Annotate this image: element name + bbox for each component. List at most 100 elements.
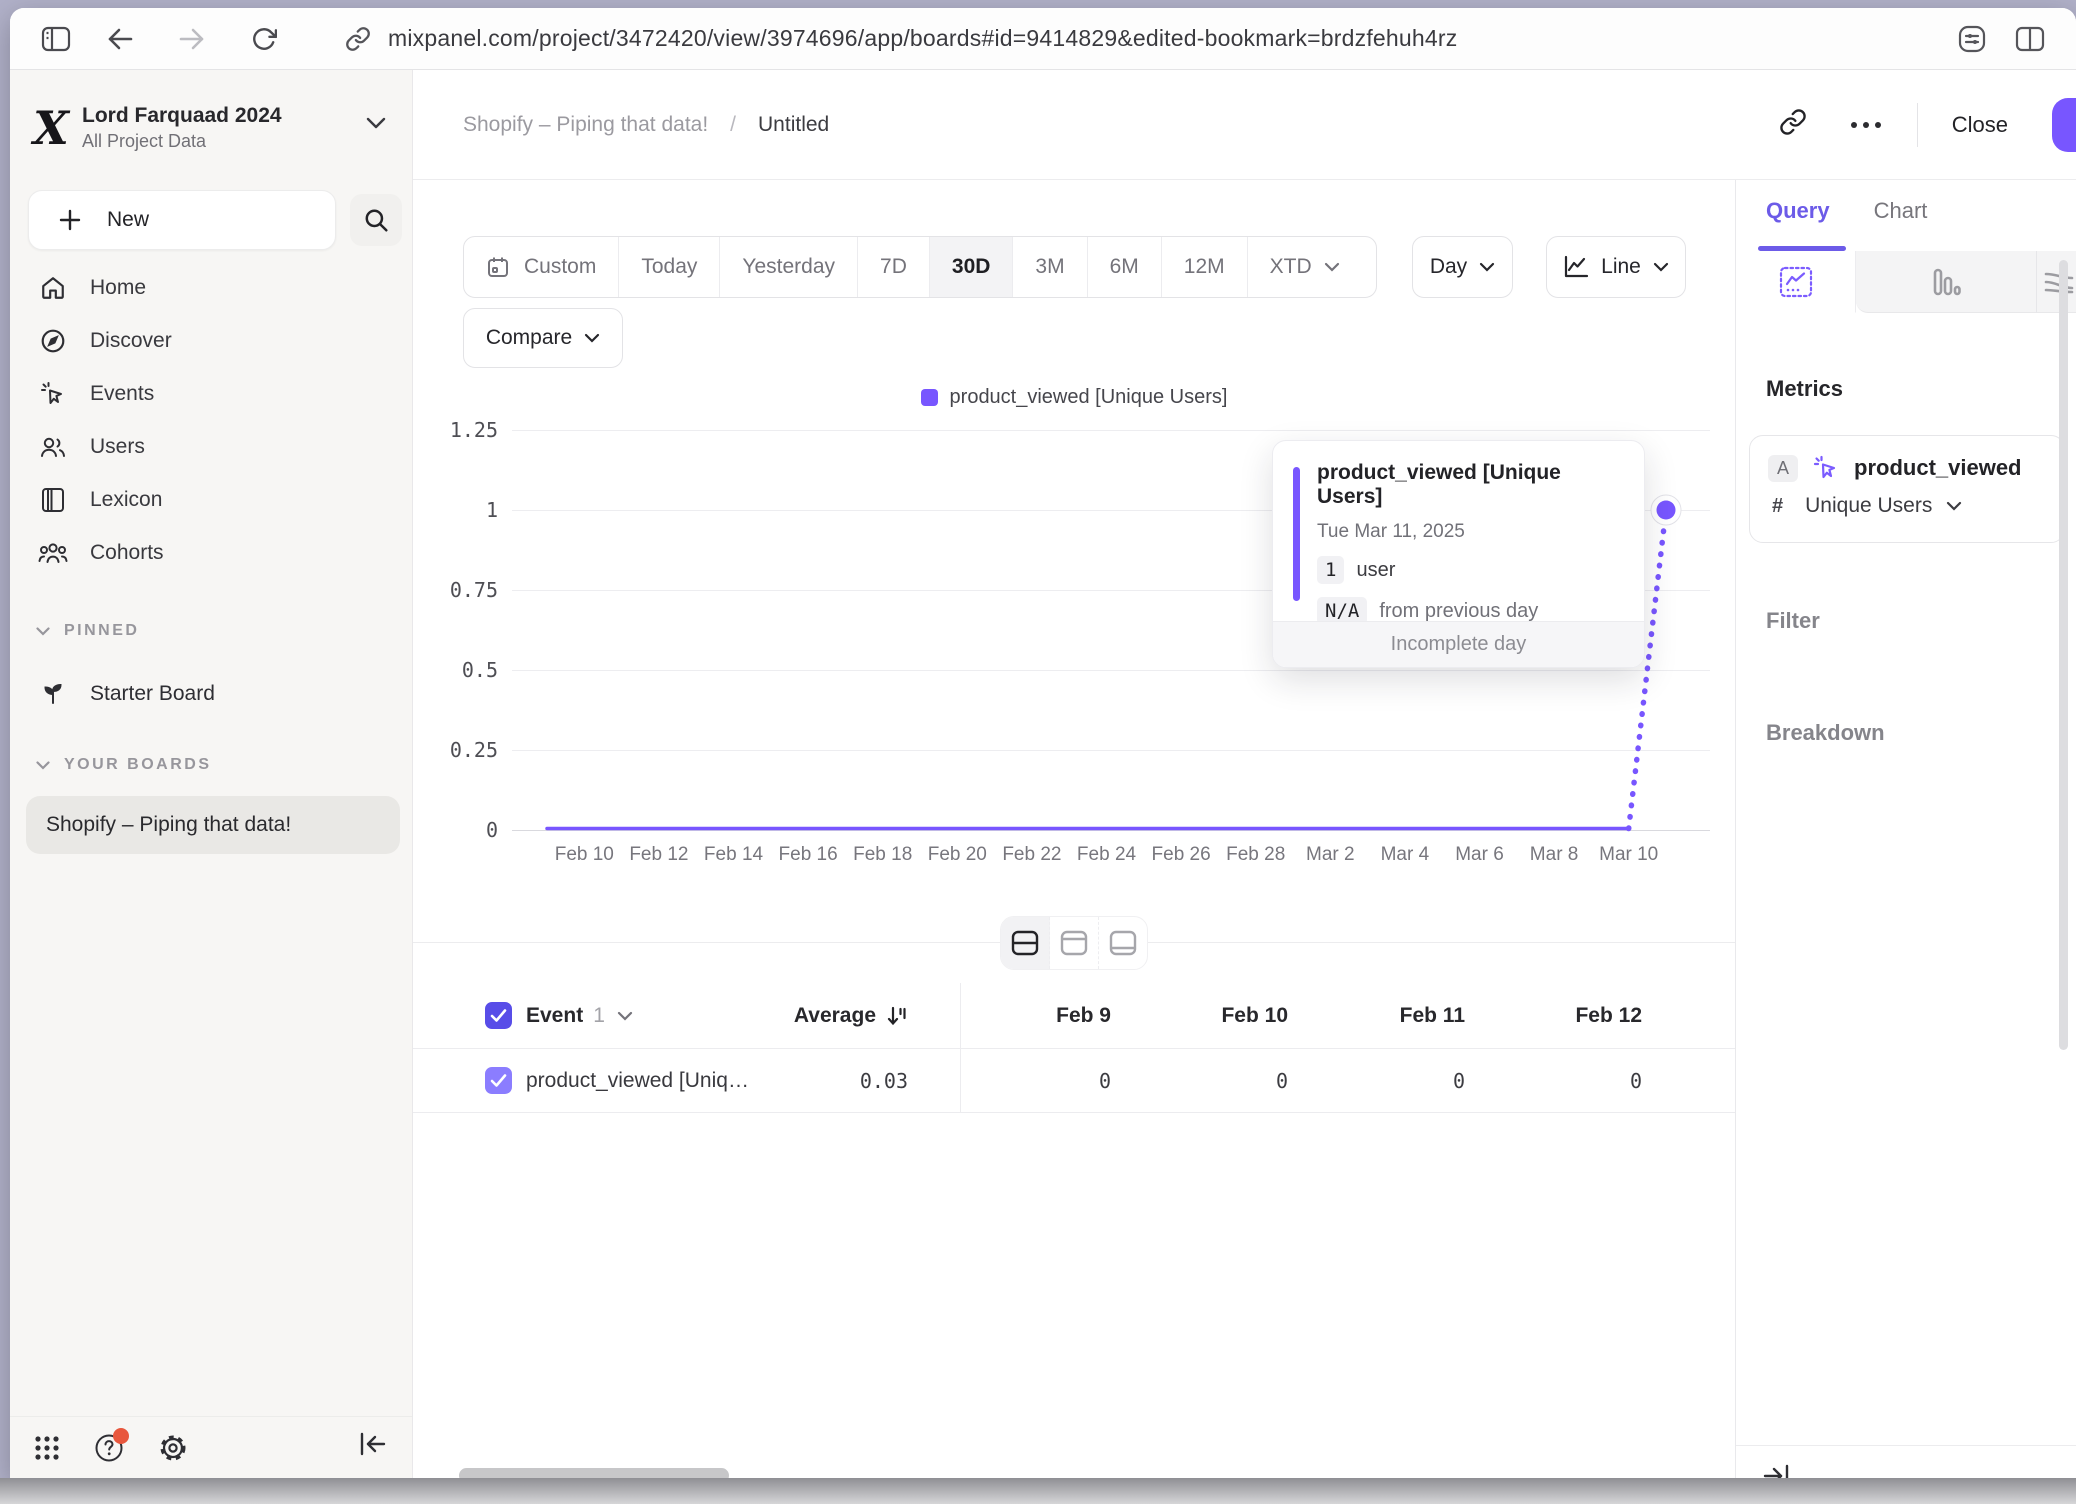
range-3m[interactable]: 3M — [1013, 237, 1087, 297]
sidebar-item-label: Home — [90, 276, 146, 300]
sidebar-footer — [10, 1416, 412, 1478]
sidebar-item-lexicon[interactable]: Lexicon — [24, 474, 399, 526]
page-link-icon[interactable] — [338, 19, 378, 59]
tooltip-footer: Incomplete day — [1273, 621, 1644, 667]
breadcrumb-board[interactable]: Shopify – Piping that data! — [463, 113, 708, 137]
board-label: Shopify – Piping that data! — [46, 813, 291, 837]
tab-query[interactable]: Query — [1766, 198, 1830, 224]
copy-link-icon[interactable] — [1779, 108, 1807, 141]
sidebar-item-board-shopify[interactable]: Shopify – Piping that data! — [26, 796, 400, 854]
breadcrumb-page[interactable]: Untitled — [758, 113, 829, 137]
layout-chart-only-toggle[interactable] — [1050, 917, 1099, 969]
tab-chart[interactable]: Chart — [1874, 198, 1928, 224]
address-bar[interactable]: mixpanel.com/project/3472420/view/397469… — [388, 25, 1457, 52]
sidebar-item-discover[interactable]: Discover — [24, 315, 399, 367]
range-30d-selected[interactable]: 30D — [930, 237, 1014, 297]
sidebar-item-events[interactable]: Events — [24, 368, 399, 420]
org-subtitle: All Project Data — [82, 131, 282, 152]
layout-split-toggle[interactable] — [1001, 917, 1050, 969]
browser-sidebar-toggle-icon[interactable] — [36, 19, 76, 59]
breadcrumb-separator: / — [730, 113, 736, 137]
new-button-label: New — [107, 208, 149, 232]
your-boards-section-header[interactable]: YOUR BOARDS — [36, 756, 212, 774]
tooltip-title: product_viewed [Unique Users] — [1317, 461, 1628, 509]
date-range-segmented-control: Custom Today Yesterday 7D 30D 3M 6M 12M … — [463, 236, 1377, 298]
org-switcher[interactable]: X Lord Farquaad 2024 All Project Data — [30, 96, 390, 160]
funnels-report-tab[interactable] — [1856, 251, 2036, 313]
save-button-partial[interactable] — [2052, 98, 2076, 152]
back-icon[interactable] — [100, 19, 140, 59]
range-xtd[interactable]: XTD — [1248, 237, 1376, 297]
sort-icon — [886, 1005, 908, 1027]
split-view-icon[interactable] — [2010, 19, 2050, 59]
gear-icon[interactable] — [158, 1433, 188, 1463]
legend-swatch — [921, 389, 938, 406]
breakdown-section-label[interactable]: Breakdown — [1766, 720, 1885, 746]
metric-event-name[interactable]: product_viewed — [1854, 455, 2021, 481]
chevron-down-icon — [1324, 262, 1340, 272]
range-6m[interactable]: 6M — [1088, 237, 1162, 297]
insights-report-tab[interactable] — [1736, 251, 1856, 313]
filter-section-label[interactable]: Filter — [1766, 608, 1820, 634]
sidebar-item-label: Events — [90, 382, 154, 406]
browser-window: mixpanel.com/project/3472420/view/397469… — [10, 8, 2076, 1478]
close-button[interactable]: Close — [1952, 112, 2008, 138]
chevron-down-icon — [1653, 262, 1669, 272]
book-icon — [38, 487, 68, 513]
range-7d[interactable]: 7D — [858, 237, 930, 297]
collapse-sidebar-icon[interactable] — [358, 1431, 388, 1462]
panel-scrollbar-thumb[interactable] — [2059, 260, 2068, 1050]
divider — [960, 983, 961, 1113]
metric-card[interactable]: A product_viewed # Unique Users — [1749, 435, 2065, 543]
average-column-header[interactable]: Average — [413, 983, 908, 1048]
chart-type-dropdown[interactable]: Line — [1546, 236, 1686, 298]
flows-report-tab[interactable] — [2036, 251, 2076, 313]
forward-icon[interactable] — [172, 19, 212, 59]
tooltip-value-unit: user — [1356, 559, 1395, 582]
breadcrumb: Shopify – Piping that data! / Untitled — [463, 113, 829, 137]
apps-grid-icon[interactable] — [34, 1435, 60, 1461]
query-panel: Query Chart Metrics A product_viewed — [1735, 180, 2076, 1478]
plus-icon — [59, 209, 81, 231]
sidebar-item-users[interactable]: Users — [24, 421, 399, 473]
sidebar-item-cohorts[interactable]: Cohorts — [24, 527, 399, 579]
tooltip-delta-text: from previous day — [1379, 600, 1538, 623]
chevron-down-icon — [366, 116, 386, 134]
new-button[interactable]: New — [28, 190, 336, 250]
reload-icon[interactable] — [244, 19, 284, 59]
layout-table-only-toggle[interactable] — [1099, 917, 1147, 969]
divider — [1917, 103, 1918, 147]
help-icon[interactable] — [94, 1433, 124, 1463]
more-options-icon[interactable] — [1851, 122, 1881, 128]
chevron-down-icon — [1479, 262, 1495, 272]
cursor-sparks-icon — [38, 380, 68, 408]
chart-legend[interactable]: product_viewed [Unique Users] — [413, 386, 1735, 409]
users-icon — [38, 435, 68, 459]
line-chart-icon — [1563, 255, 1589, 279]
compare-dropdown[interactable]: Compare — [463, 308, 623, 368]
aggregation-prefix: # — [1772, 495, 1783, 518]
sidebar-item-home[interactable]: Home — [24, 262, 399, 314]
pinned-section-header[interactable]: PINNED — [36, 622, 139, 640]
granularity-dropdown[interactable]: Day — [1412, 236, 1513, 298]
sidebar-item-starter-board[interactable]: Starter Board — [24, 668, 399, 720]
chart-tooltip: product_viewed [Unique Users] Tue Mar 11… — [1272, 440, 1645, 668]
aggregation-dropdown[interactable]: Unique Users — [1805, 494, 1932, 518]
chevron-down-icon — [36, 627, 50, 636]
search-button[interactable] — [350, 194, 402, 246]
calendar-icon — [486, 255, 510, 279]
desktop-strip — [0, 1478, 2076, 1504]
date-column-header[interactable]: Feb 12 — [960, 983, 1642, 1048]
horizontal-scrollbar-thumb[interactable] — [459, 1468, 729, 1478]
chevron-down-icon — [36, 761, 50, 770]
report-type-tabs — [1736, 251, 2076, 313]
sprout-icon — [38, 682, 68, 706]
range-custom[interactable]: Custom — [464, 237, 619, 297]
range-12m[interactable]: 12M — [1162, 237, 1248, 297]
range-yesterday[interactable]: Yesterday — [720, 237, 858, 297]
range-today[interactable]: Today — [619, 237, 720, 297]
browser-toolbar: mixpanel.com/project/3472420/view/397469… — [10, 8, 2076, 70]
tune-icon[interactable] — [1952, 19, 1992, 59]
tooltip-series-bar — [1293, 467, 1300, 601]
collapse-panel-icon[interactable] — [1761, 1463, 1791, 1478]
